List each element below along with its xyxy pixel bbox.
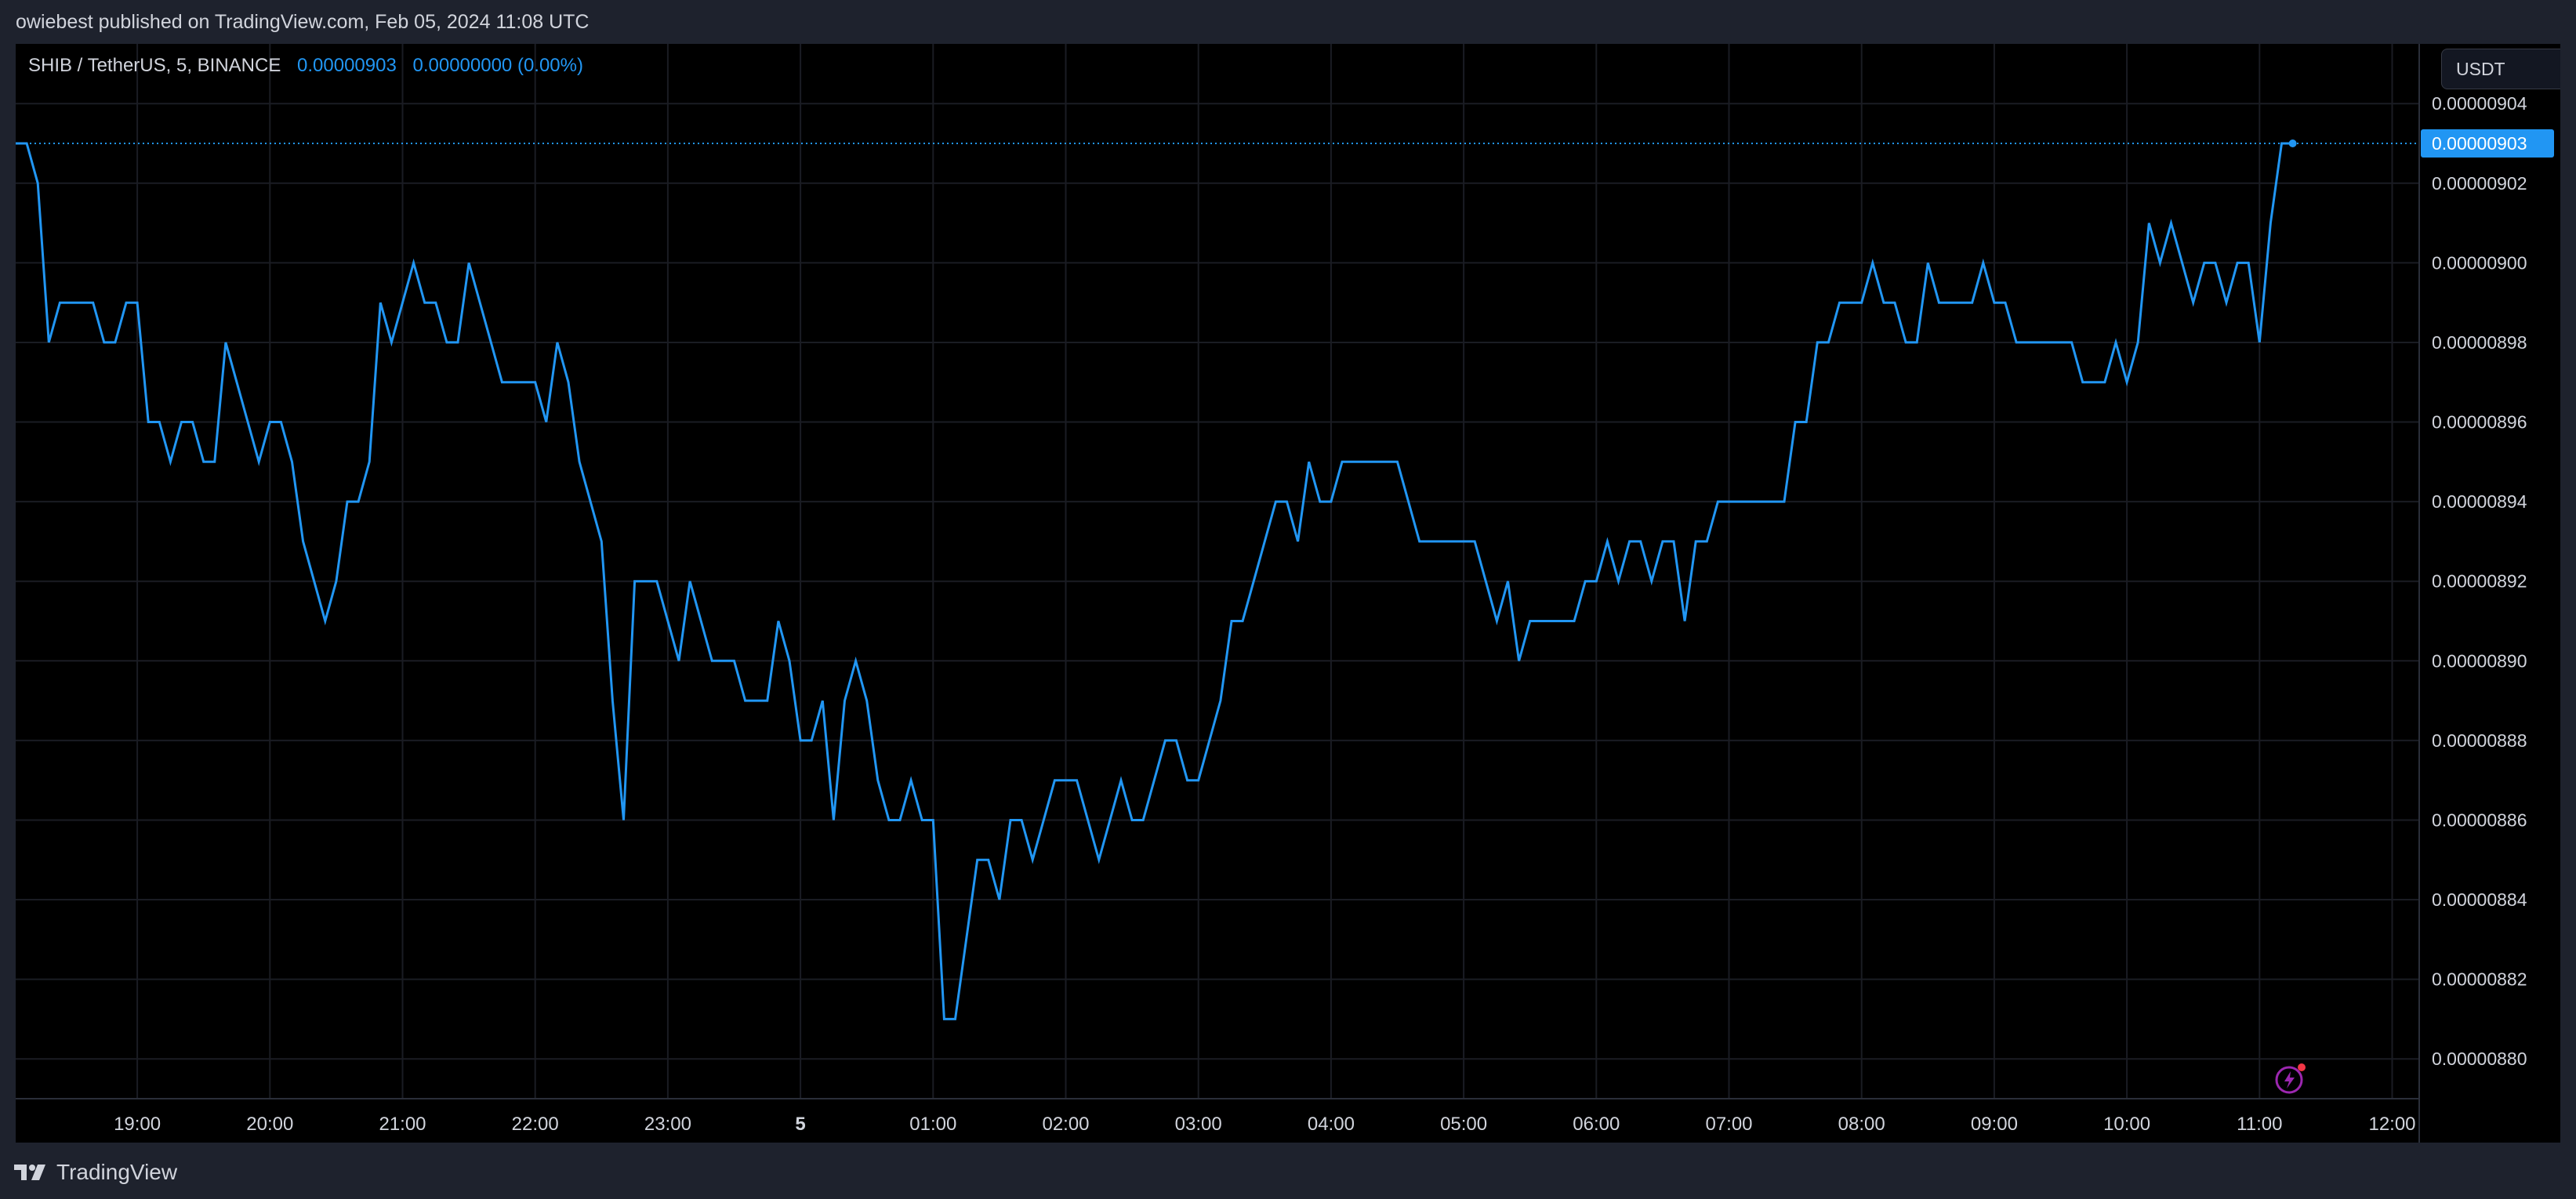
- grid: [16, 44, 2419, 1099]
- price-tick-label: 0.00000900: [2432, 252, 2527, 273]
- time-tick-label: 12:00: [2368, 1114, 2415, 1135]
- price-tick-label: 0.00000904: [2432, 93, 2527, 114]
- last-price-value: 0.00000903: [297, 55, 397, 76]
- time-tick-label: 11:00: [2237, 1114, 2282, 1135]
- price-axis[interactable]: 0.00000904 0.00000902 0.00000900 0.00000898…: [2432, 93, 2527, 1069]
- last-price-label: 0.00000903: [2421, 129, 2554, 158]
- chart-legend: SHIB / TetherUS, 5, BINANCE 0.00000903 0…: [28, 55, 583, 77]
- time-tick-label: 01:00: [909, 1114, 956, 1135]
- time-tick-label: 23:00: [644, 1114, 691, 1135]
- price-tick-label: 0.00000890: [2432, 650, 2527, 671]
- price-tick-label: 0.00000892: [2432, 571, 2527, 592]
- currency-button[interactable]: USDT: [2441, 49, 2560, 89]
- time-tick-label: 19:00: [114, 1114, 161, 1135]
- time-tick-label: 02:00: [1042, 1114, 1089, 1135]
- time-tick-label: 5: [795, 1114, 805, 1135]
- chart-area[interactable]: 0.00000904 0.00000902 0.00000900 0.00000898…: [16, 44, 2560, 1143]
- price-tick-label: 0.00000888: [2432, 730, 2527, 751]
- tradingview-logo-icon: [14, 1165, 45, 1180]
- price-tick-label: 0.00000884: [2432, 889, 2527, 910]
- lightning-icon[interactable]: [2273, 1061, 2308, 1096]
- time-tick-label: 06:00: [1573, 1114, 1620, 1135]
- time-tick-label: 09:00: [1971, 1114, 2018, 1135]
- time-tick-label: 05:00: [1440, 1114, 1487, 1135]
- last-price-label-text: 0.00000903: [2432, 133, 2527, 154]
- publish-info: owiebest published on TradingView.com, F…: [16, 11, 590, 33]
- tradingview-logo[interactable]: TradingView: [14, 1160, 177, 1185]
- time-axis[interactable]: 19:00 20:00 21:00 22:00 23:00 5 01:00 02:00 03:0…: [114, 1114, 2415, 1135]
- time-tick-label: 08:00: [1838, 1114, 1885, 1135]
- price-tick-label: 0.00000896: [2432, 412, 2527, 433]
- price-chart[interactable]: 0.00000904 0.00000902 0.00000900 0.00000898…: [16, 44, 2560, 1143]
- price-tick-label: 0.00000894: [2432, 491, 2527, 512]
- time-tick-label: 21:00: [379, 1114, 426, 1135]
- time-tick-label: 03:00: [1175, 1114, 1222, 1135]
- time-tick-label: 20:00: [246, 1114, 293, 1135]
- time-tick-label: 22:00: [512, 1114, 559, 1135]
- price-tick-label: 0.00000902: [2432, 173, 2527, 194]
- price-change-value: 0.00000000 (0.00%): [412, 55, 583, 76]
- footer: TradingView: [0, 1143, 2576, 1199]
- time-tick-label: 10:00: [2103, 1114, 2150, 1135]
- time-tick-label: 04:00: [1308, 1114, 1355, 1135]
- symbol-label[interactable]: SHIB / TetherUS, 5, BINANCE: [28, 55, 281, 76]
- price-tick-label: 0.00000882: [2432, 969, 2527, 990]
- price-tick-label: 0.00000886: [2432, 810, 2527, 830]
- price-tick-label: 0.00000898: [2432, 332, 2527, 353]
- brand-name: TradingView: [56, 1160, 178, 1184]
- time-tick-label: 07:00: [1705, 1114, 1752, 1135]
- price-tick-label: 0.00000880: [2432, 1049, 2527, 1069]
- last-price-dot: [2288, 139, 2297, 147]
